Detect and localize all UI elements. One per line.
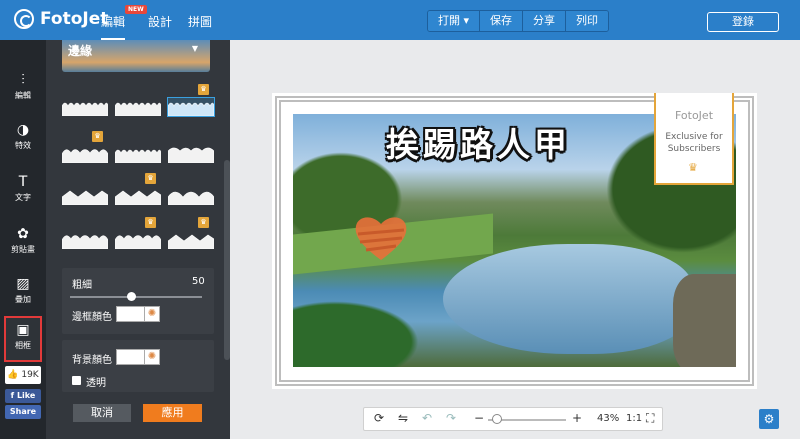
tab-collage[interactable]: 拼圖 xyxy=(188,13,212,30)
like-count: 👍 19K xyxy=(5,366,41,384)
zoom-in-icon[interactable]: + xyxy=(572,411,582,425)
premium-crown-icon: ♛ xyxy=(145,217,156,228)
border-style-thumbnail[interactable] xyxy=(168,231,214,249)
premium-crown-icon: ♛ xyxy=(92,131,103,142)
tab-edit[interactable]: 編輯 xyxy=(101,13,126,40)
frame-icon: ▣ xyxy=(16,322,30,338)
tool-label: 疊加 xyxy=(15,295,31,304)
ribbon-text-line1: Exclusive for xyxy=(665,132,723,142)
open-button[interactable]: 打開 ▾ xyxy=(428,11,480,31)
facebook-like-button[interactable]: f Like xyxy=(5,389,41,403)
headline-text[interactable]: 挨踢路人甲 xyxy=(386,118,571,166)
bottom-toolbar: ⟳ ⇋ ↶ ↷ − + 43% 1:1 ⛶ xyxy=(363,407,663,431)
tab-design[interactable]: 設計 xyxy=(148,13,172,30)
tool-frame[interactable]: ▣ 相框 xyxy=(4,316,42,362)
subscriber-ribbon: FotoJet Exclusive for Subscribers ♛ xyxy=(654,93,734,185)
heart-clipart[interactable] xyxy=(352,212,410,262)
flip-icon[interactable]: ⇋ xyxy=(398,411,408,425)
redo-icon[interactable]: ↷ xyxy=(446,411,456,425)
transparent-checkbox[interactable] xyxy=(72,376,81,385)
logo-text: FotoJet xyxy=(40,9,109,29)
border-style-thumbnail[interactable] xyxy=(168,145,214,163)
print-button[interactable]: 列印 xyxy=(565,11,609,31)
overlay-icon: ▨ xyxy=(16,276,30,292)
crown-icon: ♛ xyxy=(688,161,698,174)
border-category-dropdown[interactable]: 邊緣 ▼ xyxy=(62,40,210,72)
color-picker-icon[interactable]: ✺ xyxy=(144,306,160,322)
gear-icon[interactable]: ⚙ xyxy=(759,409,779,429)
fit-screen-icon[interactable]: ⛶ xyxy=(646,411,654,426)
background-controls xyxy=(62,340,214,392)
tool-clipart[interactable]: ✿ 剪貼畫 xyxy=(0,226,46,255)
color-picker-icon[interactable]: ✺ xyxy=(144,349,160,365)
tool-effects[interactable]: ◑ 特效 xyxy=(0,122,46,151)
tool-label: 特效 xyxy=(15,141,31,150)
border-style-thumbnail[interactable] xyxy=(62,231,108,249)
undo-icon[interactable]: ↶ xyxy=(422,411,432,425)
fotojet-logo-icon xyxy=(14,9,34,29)
premium-crown-icon: ♛ xyxy=(145,173,156,184)
share-button[interactable]: 分享 xyxy=(522,11,566,31)
border-style-thumbnail[interactable] xyxy=(62,145,108,163)
dropdown-label: 邊緣 xyxy=(68,44,93,58)
clipart-icon: ✿ xyxy=(17,226,29,242)
border-style-thumbnail[interactable] xyxy=(62,98,108,116)
thickness-slider-handle[interactable] xyxy=(127,292,136,301)
text-icon: T xyxy=(18,174,28,190)
login-button[interactable]: 登錄 xyxy=(707,12,779,32)
top-bar: FotoJet 編輯 NEW 設計 拼圖 打開 ▾ 保存 分享 列印 登錄 xyxy=(0,0,800,40)
premium-crown-icon: ♛ xyxy=(198,217,209,228)
border-color-label: 邊框顏色 xyxy=(72,312,112,323)
thickness-value: 50 xyxy=(192,276,205,287)
panel-scrollbar[interactable] xyxy=(224,160,230,360)
sliders-icon: ⫶ xyxy=(21,72,25,88)
new-badge: NEW xyxy=(125,5,147,14)
tool-edit[interactable]: ⫶ 編輯 xyxy=(0,72,46,101)
thickness-slider[interactable] xyxy=(70,296,202,298)
contrast-icon: ◑ xyxy=(16,122,30,138)
file-actions: 打開 ▾ 保存 分享 列印 xyxy=(427,10,610,32)
fotojet-logo[interactable]: FotoJet xyxy=(14,9,108,29)
zoom-level: 43% xyxy=(597,413,620,424)
chevron-down-icon: ▼ xyxy=(191,44,198,53)
tool-text[interactable]: T 文字 xyxy=(0,174,46,203)
actual-size-icon[interactable]: 1:1 xyxy=(626,413,642,424)
tool-label: 文字 xyxy=(15,193,31,202)
save-button[interactable]: 保存 xyxy=(479,11,523,31)
tool-overlay[interactable]: ▨ 疊加 xyxy=(0,276,46,305)
border-style-thumbnail[interactable] xyxy=(168,187,214,205)
border-style-thumbnail[interactable] xyxy=(167,97,215,117)
tool-label: 剪貼畫 xyxy=(11,245,35,254)
background-color-label: 背景顏色 xyxy=(72,355,112,366)
tool-label: 相框 xyxy=(15,341,31,350)
border-style-thumbnail[interactable] xyxy=(115,98,161,116)
rotate-icon[interactable]: ⟳ xyxy=(374,411,384,425)
cancel-button[interactable]: 取消 xyxy=(73,404,131,422)
tool-label: 編輯 xyxy=(15,91,31,100)
ribbon-text-line2: Subscribers xyxy=(667,144,721,154)
zoom-slider-handle[interactable] xyxy=(492,414,502,424)
border-style-thumbnail[interactable] xyxy=(115,231,161,249)
border-style-thumbnail[interactable] xyxy=(62,187,108,205)
zoom-out-icon[interactable]: − xyxy=(474,411,484,425)
transparent-label: 透明 xyxy=(86,378,106,389)
apply-button[interactable]: 應用 xyxy=(143,404,202,422)
premium-crown-icon: ♛ xyxy=(198,84,209,95)
border-style-thumbnail[interactable] xyxy=(115,145,161,163)
border-style-thumbnail[interactable] xyxy=(115,187,161,205)
facebook-share-button[interactable]: Share xyxy=(5,405,41,419)
ribbon-logo: FotoJet xyxy=(674,109,714,122)
thickness-label: 粗細 xyxy=(72,280,92,291)
